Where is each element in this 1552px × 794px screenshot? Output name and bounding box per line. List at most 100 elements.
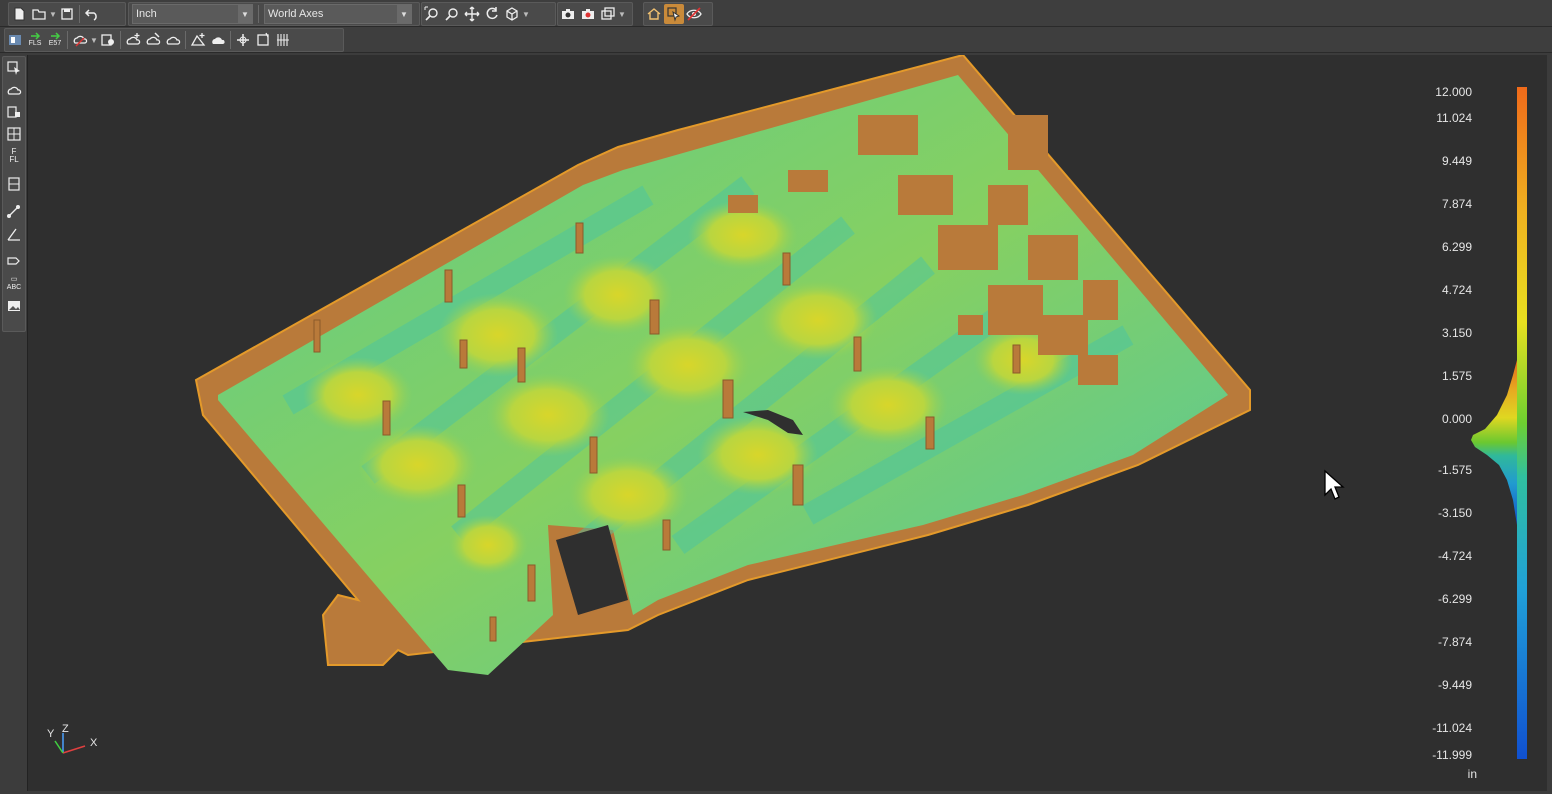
zoom-extents-icon — [424, 6, 438, 21]
separator — [67, 31, 68, 49]
cloud-add-icon — [126, 33, 141, 45]
angle-icon — [7, 228, 20, 241]
measure-button[interactable] — [3, 201, 25, 223]
export-fls-button[interactable]: FLS — [25, 30, 45, 50]
surface-button[interactable] — [208, 30, 228, 50]
text-button[interactable]: ▭ ABC — [3, 273, 25, 295]
select-points-icon — [7, 61, 20, 75]
surface-icon — [212, 37, 225, 44]
secondary-toolbar: FLS E57 ▼ — [0, 27, 1552, 53]
rotate-button[interactable] — [482, 4, 502, 24]
annotation-button[interactable] — [3, 251, 25, 273]
fence-icon — [7, 106, 20, 118]
angle-button[interactable] — [3, 223, 25, 245]
elevation-histogram — [1471, 360, 1517, 525]
fls-label: FLS — [28, 40, 42, 47]
zoom-window-button[interactable] — [442, 4, 462, 24]
scan-settings-button[interactable] — [98, 30, 118, 50]
scale-tick-label: -3.150 — [1437, 506, 1472, 520]
axis-y-label: Y — [47, 728, 55, 740]
units-dropdown[interactable]: Inch ▼ — [132, 4, 253, 24]
cloud-edit-button[interactable] — [143, 30, 163, 50]
scale-tick-label: 1.575 — [1441, 369, 1472, 383]
image-button[interactable] — [3, 295, 25, 317]
export-e57-button[interactable]: E57 — [45, 30, 65, 50]
cloud-filter-button[interactable] — [70, 30, 90, 50]
zoom-window-icon — [445, 8, 458, 21]
import-tools-group: FLS E57 ▼ — [4, 28, 344, 52]
select-points-button[interactable] — [3, 57, 25, 79]
pan-button[interactable] — [462, 4, 482, 24]
record-snapshot-button[interactable] — [578, 4, 598, 24]
separator — [258, 5, 259, 23]
section-button[interactable] — [3, 173, 25, 195]
scale-tick-label: 12.000 — [1435, 85, 1472, 99]
scale-tick-label: -4.724 — [1437, 549, 1472, 563]
save-button[interactable] — [57, 4, 77, 24]
view-cube-button[interactable] — [502, 4, 522, 24]
view-dropdown-caret[interactable]: ▼ — [522, 10, 530, 19]
target-button[interactable] — [253, 30, 273, 50]
register-button[interactable] — [233, 30, 253, 50]
axis-triad: Y Z X — [45, 723, 105, 763]
rotate-icon — [486, 7, 498, 20]
mesh-button[interactable] — [188, 30, 208, 50]
section-icon — [8, 177, 20, 191]
separator — [120, 31, 121, 49]
import-button[interactable] — [5, 30, 25, 50]
pan-move-icon — [464, 6, 480, 22]
new-file-button[interactable] — [9, 4, 29, 24]
cloud-filter-caret[interactable]: ▼ — [90, 36, 98, 45]
mesh-icon — [190, 33, 206, 46]
fence-button[interactable] — [3, 101, 25, 123]
3d-viewport[interactable]: 12.000 11.024 9.449 7.874 6.299 4.724 3.150 1.5… — [27, 55, 1547, 791]
separator — [185, 31, 186, 49]
register-icon — [237, 34, 249, 46]
image-icon — [8, 301, 20, 311]
home-icon — [647, 8, 661, 20]
undo-button[interactable] — [82, 4, 102, 24]
snapshot-button[interactable] — [558, 4, 578, 24]
navigation-toolbar-group: ▼ — [421, 2, 556, 26]
snapshot-toolbar-group: ▼ — [557, 2, 633, 26]
new-file-icon — [14, 7, 25, 21]
layout-dropdown-caret[interactable]: ▼ — [618, 10, 626, 19]
scale-tick-label: 3.150 — [1441, 326, 1472, 340]
open-dropdown-caret[interactable]: ▼ — [49, 10, 57, 19]
separator — [79, 5, 80, 23]
axes-dropdown[interactable]: World Axes ▼ — [264, 4, 412, 24]
open-button[interactable] — [29, 4, 49, 24]
scale-tick-label: 6.299 — [1441, 240, 1472, 254]
scale-tick-label: 7.874 — [1441, 197, 1472, 211]
point-cloud-render[interactable] — [28, 55, 1547, 791]
select-mode-button[interactable] — [664, 4, 684, 24]
scale-unit-label: in — [1467, 767, 1477, 781]
home-view-button[interactable] — [644, 4, 664, 24]
shapes-button[interactable] — [3, 79, 25, 101]
camera-record-icon — [582, 9, 594, 19]
grid-icon — [277, 34, 289, 46]
units-dropdown-value: Inch — [136, 8, 157, 20]
annotation-icon — [7, 257, 20, 265]
scale-tick-label: 4.724 — [1441, 283, 1472, 297]
cloud-button[interactable] — [163, 30, 183, 50]
scale-tick-label: -6.299 — [1437, 592, 1472, 606]
hide-button[interactable] — [684, 4, 704, 24]
color-scale-legend: 12.000 11.024 9.449 7.874 6.299 4.724 3.150 1.5… — [1417, 55, 1547, 791]
plane-button[interactable] — [3, 123, 25, 145]
grid-button[interactable] — [273, 30, 293, 50]
axis-x-label: X — [90, 737, 98, 749]
cloud-edit-icon — [146, 32, 161, 45]
shapes-icon — [7, 86, 22, 95]
axes-dropdown-value: World Axes — [268, 8, 324, 20]
cloud-icon — [166, 36, 181, 45]
scale-tick-label: -11.999 — [1432, 748, 1472, 762]
cloud-add-button[interactable] — [123, 30, 143, 50]
zoom-extents-button[interactable] — [422, 4, 442, 24]
target-icon — [257, 32, 269, 46]
layout-button[interactable] — [598, 4, 618, 24]
eye-hidden-icon — [686, 7, 702, 21]
floor-button[interactable]: F FL — [3, 145, 25, 167]
plane-icon — [7, 127, 21, 141]
main-toolbar: ▼ Inch ▼ World Axes ▼ ▼ ▼ — [0, 0, 1552, 27]
